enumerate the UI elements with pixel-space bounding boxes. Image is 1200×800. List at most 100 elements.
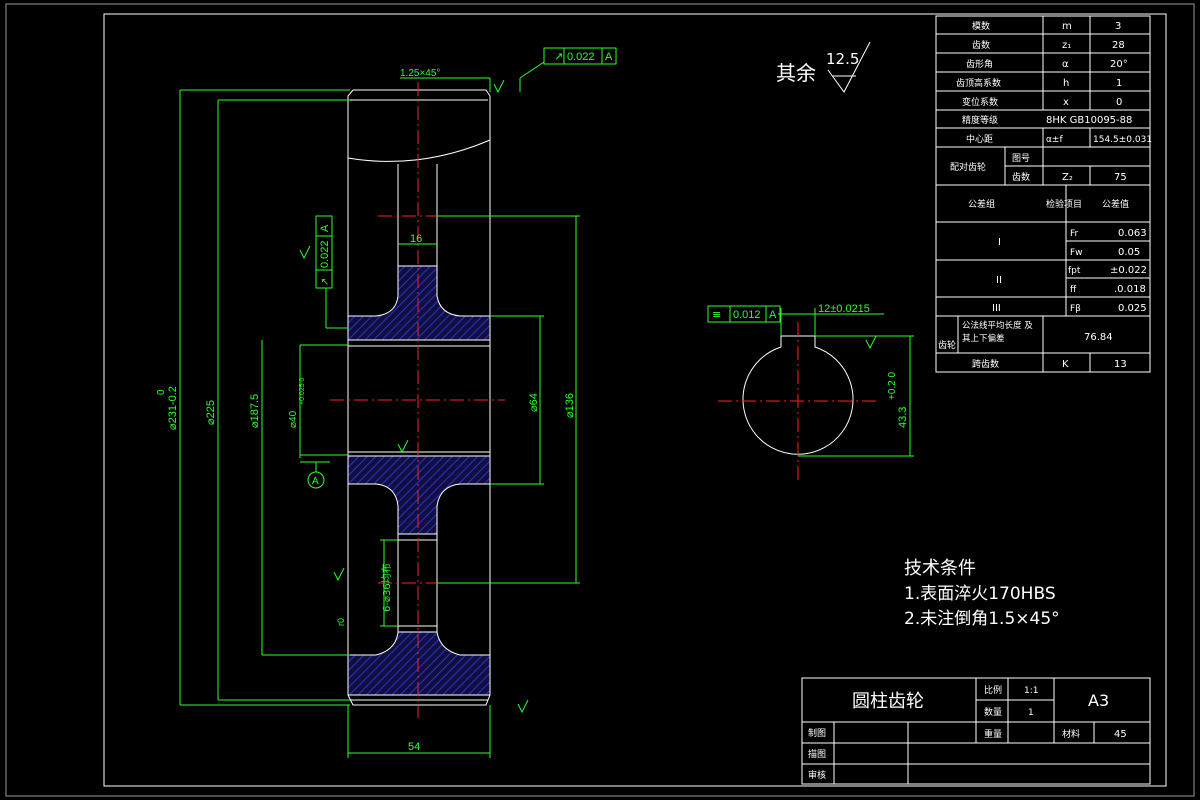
svg-text:图号: 图号	[1012, 153, 1030, 164]
svg-text:Z₂: Z₂	[1062, 172, 1073, 183]
svg-text:II: II	[996, 275, 1002, 286]
sheet-size: A3	[1088, 691, 1109, 710]
keyway-depth-tol: +0.2 0	[887, 371, 898, 400]
svg-text:0.025: 0.025	[1118, 303, 1147, 314]
svg-text:材料: 材料	[1062, 728, 1080, 740]
d225-dim: ⌀225	[205, 400, 217, 425]
svg-text:齿数: 齿数	[1012, 171, 1030, 183]
runout-symbol-side: ↗	[320, 278, 331, 286]
svg-text:审核: 审核	[808, 769, 826, 781]
svg-text:数量: 数量	[984, 706, 1002, 718]
svg-text:精度等级: 精度等级	[962, 114, 998, 126]
hatch-lower-hub	[347, 455, 491, 535]
rough-default-value: 12.5	[826, 50, 859, 68]
svg-text:h: h	[1063, 78, 1069, 89]
runout-side-value: 0.022	[319, 240, 331, 268]
svg-text:变位系数: 变位系数	[962, 96, 998, 108]
svg-text:0.05: 0.05	[1118, 247, 1140, 258]
notes-line-2: 2.未注倒角1.5×45°	[904, 609, 1060, 629]
svg-text:K: K	[1062, 359, 1069, 370]
notes-title: 技术条件	[904, 558, 976, 579]
gear-section-view	[330, 82, 505, 718]
svg-text:45: 45	[1114, 729, 1127, 740]
keyway-view: ≡ 0.012 A 12±0.0215 43.3 +0.2 0	[707, 303, 914, 484]
svg-text:比例: 比例	[984, 684, 1002, 696]
chamfer-label: 1.25×45°	[400, 68, 440, 79]
svg-text:α: α	[1062, 59, 1069, 70]
hatch-upper-hub	[347, 265, 491, 341]
svg-text:齿形角: 齿形角	[966, 58, 993, 70]
bore-dim: ⌀40	[288, 410, 299, 428]
svg-text:m: m	[1062, 21, 1072, 32]
web-width-dim: 16	[410, 233, 422, 245]
outer-frame	[5, 3, 1195, 797]
svg-text:公差组: 公差组	[968, 198, 995, 210]
svg-text:ff: ff	[1070, 285, 1077, 295]
svg-text:3: 3	[1115, 21, 1121, 32]
svg-text:中心距: 中心距	[966, 133, 993, 145]
svg-text:配对齿轮: 配对齿轮	[950, 161, 986, 173]
svg-text:0.063: 0.063	[1118, 228, 1147, 239]
svg-text:I: I	[998, 237, 1001, 248]
part-name: 圆柱齿轮	[852, 691, 924, 712]
svg-text:Fβ: Fβ	[1070, 304, 1081, 314]
svg-text:1: 1	[1116, 78, 1122, 89]
svg-text:Fw: Fw	[1070, 248, 1083, 258]
roughness-marks	[299, 79, 877, 714]
d1875-dim: ⌀187.5	[249, 394, 261, 428]
svg-text:描图: 描图	[808, 748, 826, 760]
od-tol-upper: 0	[156, 389, 167, 395]
r-label: r0	[336, 618, 346, 626]
rough-default-label: 其余	[776, 61, 816, 85]
svg-text:28: 28	[1112, 40, 1125, 51]
bore-tol: +0.025 0	[299, 377, 306, 405]
svg-text:13: 13	[1114, 359, 1127, 370]
datum-a-label: A	[312, 476, 319, 487]
keyway-width-dim: 12±0.0215	[818, 303, 870, 315]
svg-text:.0.018: .0.018	[1114, 284, 1146, 295]
svg-text:III: III	[992, 303, 1001, 314]
svg-text:fpt: fpt	[1068, 266, 1081, 276]
svg-text:z₁: z₁	[1062, 40, 1071, 51]
svg-text:1:1: 1:1	[1024, 686, 1038, 696]
keyway-symmetry-value: 0.012	[733, 309, 761, 321]
svg-text:齿数: 齿数	[972, 39, 990, 51]
keyway-depth-dim: 43.3	[897, 407, 909, 428]
datum-ref-side: A	[319, 224, 331, 232]
title-block-text: 圆柱齿轮 比例 1:1 数量 1 A3 重量 材料 45 制图 描图 审核	[808, 684, 1127, 781]
svg-text:α±f: α±f	[1046, 135, 1063, 145]
svg-text:76.84: 76.84	[1084, 332, 1113, 343]
svg-text:1: 1	[1028, 708, 1034, 718]
svg-text:制图: 制图	[808, 727, 826, 739]
svg-text:Fr: Fr	[1070, 229, 1079, 239]
notes-line-1: 1.表面淬火170HBS	[904, 584, 1056, 604]
svg-text:±0.022: ±0.022	[1110, 265, 1147, 276]
runout-top-value: 0.022	[567, 51, 595, 63]
hatch-lower-rim	[347, 631, 491, 696]
face-width-dim: 54	[408, 741, 420, 753]
d64-dim: ⌀64	[528, 393, 540, 412]
d136-dim: ⌀136	[564, 393, 576, 418]
svg-text:0: 0	[1116, 97, 1122, 108]
svg-text:齿顶高系数: 齿顶高系数	[956, 77, 1001, 89]
svg-text:8HK GB10095-88: 8HK GB10095-88	[1046, 115, 1132, 126]
svg-text:检验项目: 检验项目	[1046, 198, 1082, 210]
keyway-datum: A	[769, 309, 777, 321]
svg-text:齿轮: 齿轮	[938, 339, 956, 351]
technical-notes: 技术条件 1.表面淬火170HBS 2.未注倒角1.5×45°	[904, 558, 1060, 629]
svg-text:跨齿数: 跨齿数	[972, 358, 999, 370]
svg-text:模数: 模数	[972, 20, 990, 32]
holes-dim: 6-⌀36均布	[381, 563, 393, 612]
symmetry-symbol: ≡	[712, 308, 721, 321]
svg-text:154.5±0.031: 154.5±0.031	[1093, 135, 1152, 145]
svg-text:重量: 重量	[984, 728, 1002, 740]
runout-symbol-top: ↗	[554, 50, 563, 63]
svg-text:x: x	[1063, 97, 1069, 108]
cad-drawing: ↗ 0.022 A 0.022 A ↗ A 1.25×45° 16 54 ⌀23…	[5, 3, 1195, 797]
od-dim: ⌀231-0.2	[167, 386, 179, 430]
drawing-border	[103, 13, 1167, 787]
rim-inner-curve-top	[347, 139, 491, 162]
svg-text:75: 75	[1114, 172, 1127, 183]
datum-ref-top: A	[605, 51, 613, 63]
svg-text:20°: 20°	[1110, 59, 1128, 70]
